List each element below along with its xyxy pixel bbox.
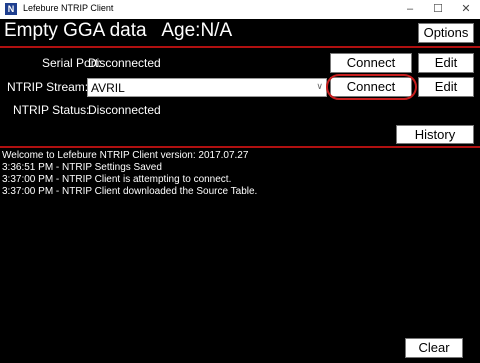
options-button[interactable]: Options: [418, 23, 474, 43]
serial-edit-button[interactable]: Edit: [418, 53, 474, 73]
close-button[interactable]: ✕: [452, 0, 480, 19]
log-line: 3:37:00 PM - NTRIP Client downloaded the…: [2, 186, 258, 197]
ntrip-status-value: Disconnected: [88, 103, 161, 117]
log-line: Welcome to Lefebure NTRIP Client version…: [2, 150, 249, 161]
clear-button[interactable]: Clear: [405, 338, 463, 358]
title-bar: N Lefebure NTRIP Client – ☐ ✕: [0, 0, 480, 19]
divider-top: [0, 46, 480, 48]
divider-bottom: [0, 146, 480, 148]
maximize-button[interactable]: ☐: [424, 0, 452, 19]
chevron-down-icon: ∨: [316, 81, 323, 91]
history-button[interactable]: History: [396, 125, 474, 144]
ntrip-stream-label: NTRIP Stream:: [7, 80, 89, 94]
stream-edit-button[interactable]: Edit: [418, 77, 474, 97]
log-line: 3:36:51 PM - NTRIP Settings Saved: [2, 162, 162, 173]
minimize-button[interactable]: –: [396, 0, 424, 19]
highlight-circle: [326, 74, 417, 100]
ntrip-stream-selected: AVRIL: [91, 81, 125, 95]
serial-port-status: Disconnected: [88, 56, 161, 70]
gga-status-header: Empty GGA data Age:N/A: [4, 20, 233, 41]
window-title: Lefebure NTRIP Client: [23, 3, 114, 13]
log-area: Welcome to Lefebure NTRIP Client version…: [2, 150, 257, 198]
serial-connect-button[interactable]: Connect: [330, 53, 412, 73]
ntrip-stream-select[interactable]: AVRIL ∨: [87, 78, 327, 97]
ntrip-status-label: NTRIP Status:: [13, 103, 90, 117]
app-icon: N: [5, 3, 17, 15]
log-line: 3:37:00 PM - NTRIP Client is attempting …: [2, 174, 232, 185]
